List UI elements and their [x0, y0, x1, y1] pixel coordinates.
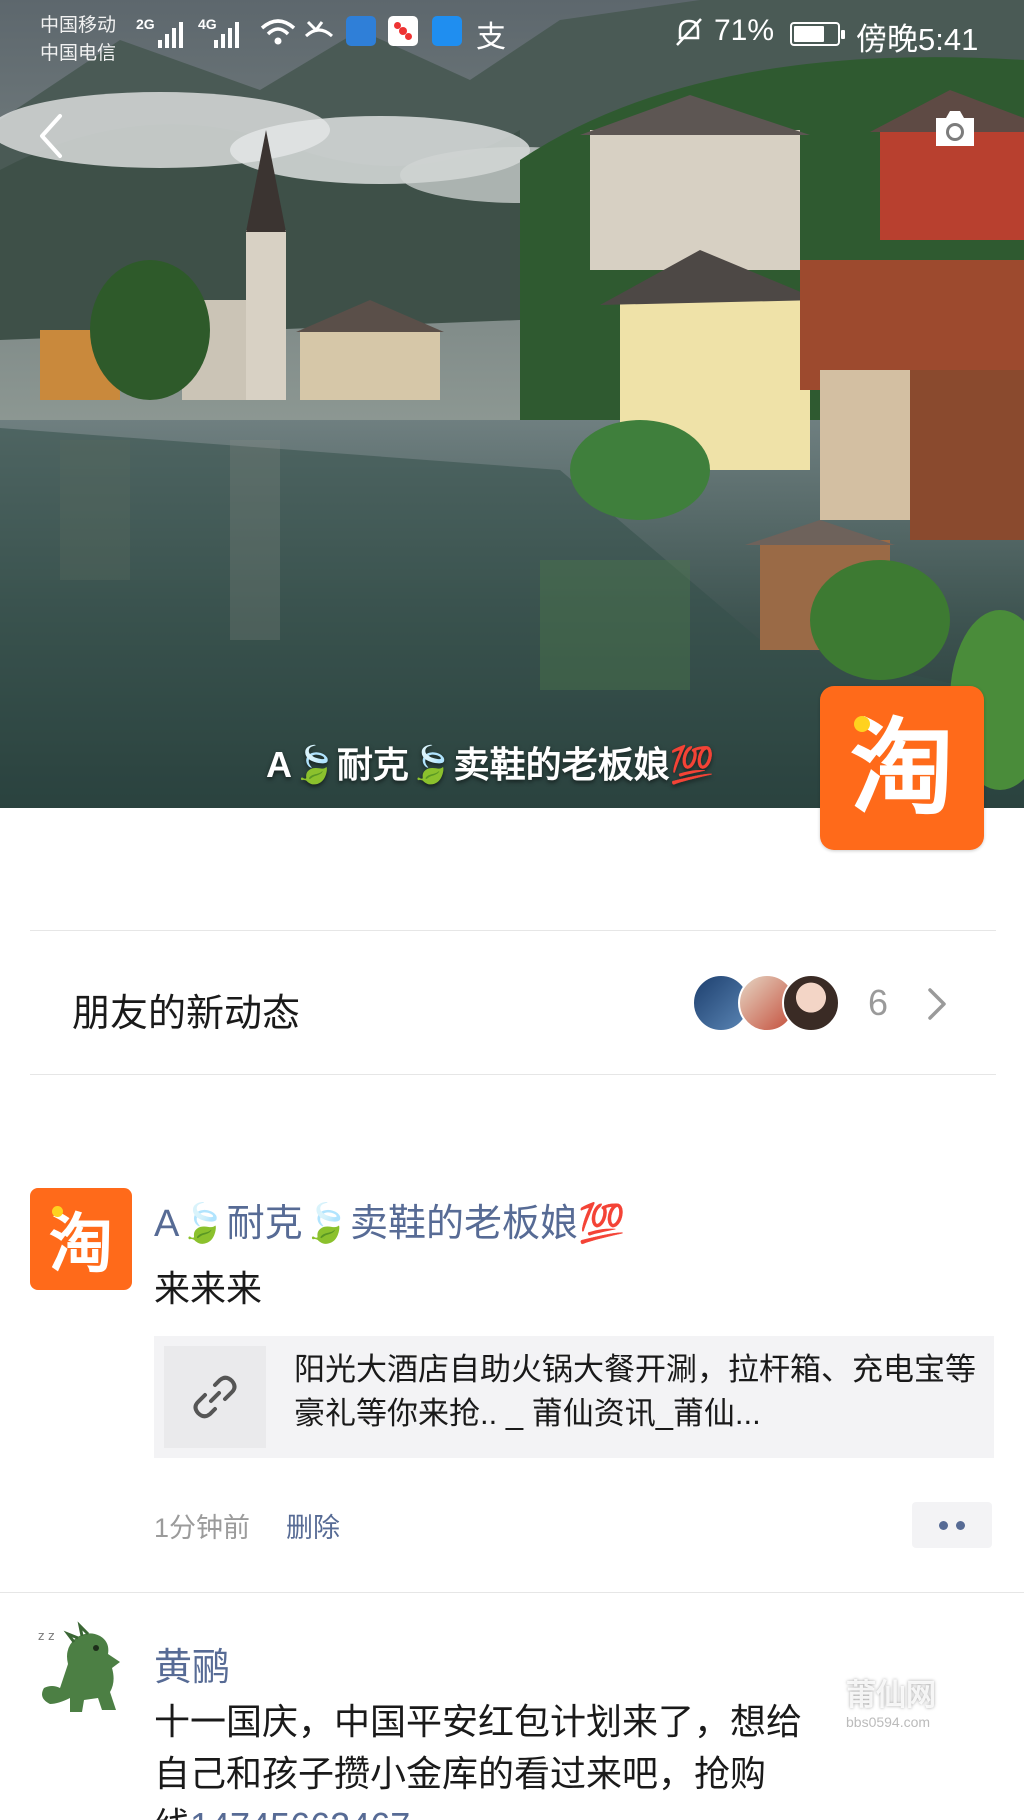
post-text-line: 线14745662467 — [154, 1800, 984, 1820]
weather-app-icon — [346, 16, 376, 46]
post-timestamp: 1分钟前 — [154, 1513, 251, 1543]
mute-icon — [676, 18, 702, 46]
taobao-logo-dot — [52, 1206, 63, 1217]
taobao-logo-glyph: 淘 — [849, 707, 954, 829]
divider — [0, 1592, 1024, 1593]
signal-icon-2 — [214, 18, 239, 48]
post-avatar[interactable]: z z — [30, 1618, 132, 1720]
signal-icon — [158, 18, 183, 48]
profile-avatar[interactable]: 淘 — [820, 686, 984, 850]
watermark-text: 莆仙网 — [846, 1679, 936, 1712]
cover-username[interactable]: A🍃耐克🍃卖鞋的老板娘💯 — [266, 736, 714, 788]
dot-icon — [956, 1520, 965, 1530]
post-username[interactable]: 黄鹂 — [154, 1636, 230, 1691]
friends-updates-count: 6 — [868, 982, 889, 1023]
dot-icon — [939, 1520, 948, 1530]
carrier-secondary: 中国电信 — [40, 43, 117, 64]
back-chevron-icon — [40, 114, 62, 158]
post-text-line: 自己和孩子攒小金库的看过来吧，抢购 — [154, 1753, 767, 1794]
battery-percent: 71% — [714, 14, 775, 47]
friend-avatar — [782, 974, 840, 1032]
status-bar: 中国移动 中国电信 2G 4G 支 71% 傍晚5:41 — [0, 0, 1024, 70]
delete-link[interactable]: 删除 — [286, 1506, 340, 1545]
battery-fill — [794, 26, 824, 42]
post-text: 来来来 — [154, 1268, 263, 1309]
watermark-url: bbs0594.com — [846, 1714, 931, 1730]
game-app-icon — [388, 16, 418, 46]
taobao-logo-dot — [854, 716, 870, 732]
watermark: 莆仙网 bbs0594.com — [846, 1670, 936, 1730]
camera-button[interactable] — [930, 104, 980, 154]
divider — [30, 1074, 996, 1075]
chevron-right-icon — [928, 988, 946, 1020]
phone-link[interactable]: 14745662467 — [190, 1805, 410, 1820]
link-icon — [193, 1375, 237, 1419]
dingtalk-app-icon — [432, 16, 462, 46]
post-avatar[interactable]: 淘 — [30, 1188, 132, 1290]
battery-icon — [790, 22, 845, 46]
more-actions-button[interactable] — [912, 1502, 992, 1548]
wifi-icon — [260, 19, 296, 45]
friends-updates-label: 朋友的新动态 — [72, 993, 301, 1035]
divider — [30, 930, 996, 931]
camera-icon — [936, 111, 974, 146]
link-title: 阳光大酒店自助火锅大餐开涮，拉杆箱、充电宝等豪礼等你来抢.. _ 莆仙资讯_莆仙… — [294, 1352, 976, 1431]
alipay-icon: 支 — [476, 20, 506, 55]
missed-call-icon — [304, 20, 334, 38]
clock: 傍晚5:41 — [856, 22, 979, 57]
friends-updates-row[interactable]: 朋友的新动态 6 — [30, 932, 996, 1074]
dinosaur-avatar-icon: z z — [38, 1621, 120, 1712]
carrier-primary: 中国移动 — [40, 15, 117, 36]
link-card[interactable]: 阳光大酒店自助火锅大餐开涮，拉杆箱、充电宝等豪礼等你来抢.. _ 莆仙资讯_莆仙… — [154, 1336, 994, 1458]
svg-text:z z: z z — [38, 1629, 54, 1643]
post-username[interactable]: A🍃耐克🍃卖鞋的老板娘💯 — [154, 1192, 625, 1247]
link-thumbnail — [164, 1346, 266, 1448]
post-text-fragment: 线 — [154, 1805, 190, 1820]
network-type-1: 2G — [136, 16, 155, 32]
back-button[interactable] — [30, 106, 74, 166]
